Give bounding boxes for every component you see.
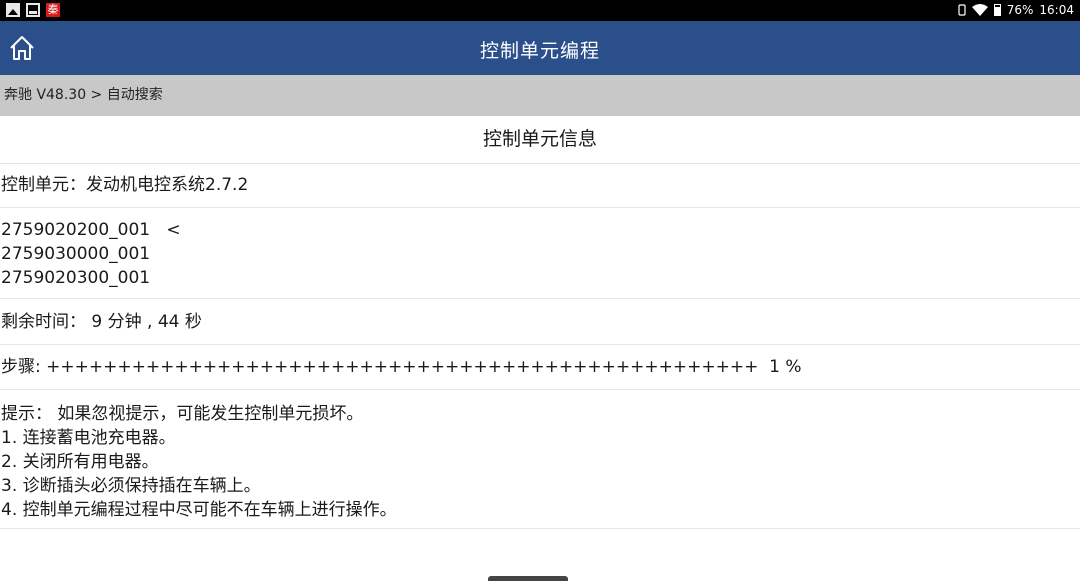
title-bar: 控制单元编程 (0, 21, 1080, 75)
warning-note: 提示： 如果忽视提示，可能发生控制单元损坏。 (1, 404, 364, 424)
vibrate-icon (958, 4, 966, 16)
breadcrumb: 奔驰 V48.30 > 自动搜索 (0, 75, 1080, 116)
screenshot-notification-icon (26, 3, 40, 17)
wifi-icon (971, 4, 988, 16)
gallery-notification-icon (6, 3, 20, 17)
remaining-time-row: 剩余时间： 9 分钟 , 44 秒 (0, 299, 1080, 345)
note-item: 2. 关闭所有用电器。 (1, 452, 159, 472)
status-bar-notifications: 秦 (6, 3, 60, 17)
control-unit-text: 控制单元：发动机电控系统2.7.2 (1, 175, 249, 195)
scroll-handle[interactable] (488, 576, 568, 581)
app-notification-icon: 秦 (46, 3, 60, 17)
part-number-item: 2759030000_001 (1, 244, 151, 264)
part-number-item: 2759020300_001 (1, 268, 151, 288)
part-number-item: 2759020200_001 < (1, 220, 181, 240)
status-bar: 秦 76% 16:04 (0, 0, 1080, 21)
clock: 16:04 (1039, 3, 1074, 17)
notes-row: 提示： 如果忽视提示，可能发生控制单元损坏。 1. 连接蓄电池充电器。 2. 关… (0, 390, 1080, 529)
control-unit-row: 控制单元：发动机电控系统2.7.2 (0, 163, 1080, 208)
note-item: 1. 连接蓄电池充电器。 (1, 428, 176, 448)
progress-text: 步骤: ++++++++++++++++++++++++++++++++++++… (1, 357, 802, 377)
progress-row: 步骤: ++++++++++++++++++++++++++++++++++++… (0, 345, 1080, 390)
status-bar-system: 76% 16:04 (958, 3, 1074, 17)
note-item: 4. 控制单元编程过程中尽可能不在车辆上进行操作。 (1, 500, 397, 520)
part-numbers-row: 2759020200_001 < 2759030000_001 27590203… (0, 208, 1080, 299)
note-item: 3. 诊断插头必须保持插在车辆上。 (1, 476, 261, 496)
page-title: 控制单元编程 (479, 40, 600, 62)
battery-icon (993, 4, 1001, 16)
section-title: 控制单元信息 (0, 116, 1080, 164)
remaining-time-text: 剩余时间： 9 分钟 , 44 秒 (1, 312, 202, 332)
battery-percent: 76% (1006, 3, 1034, 17)
